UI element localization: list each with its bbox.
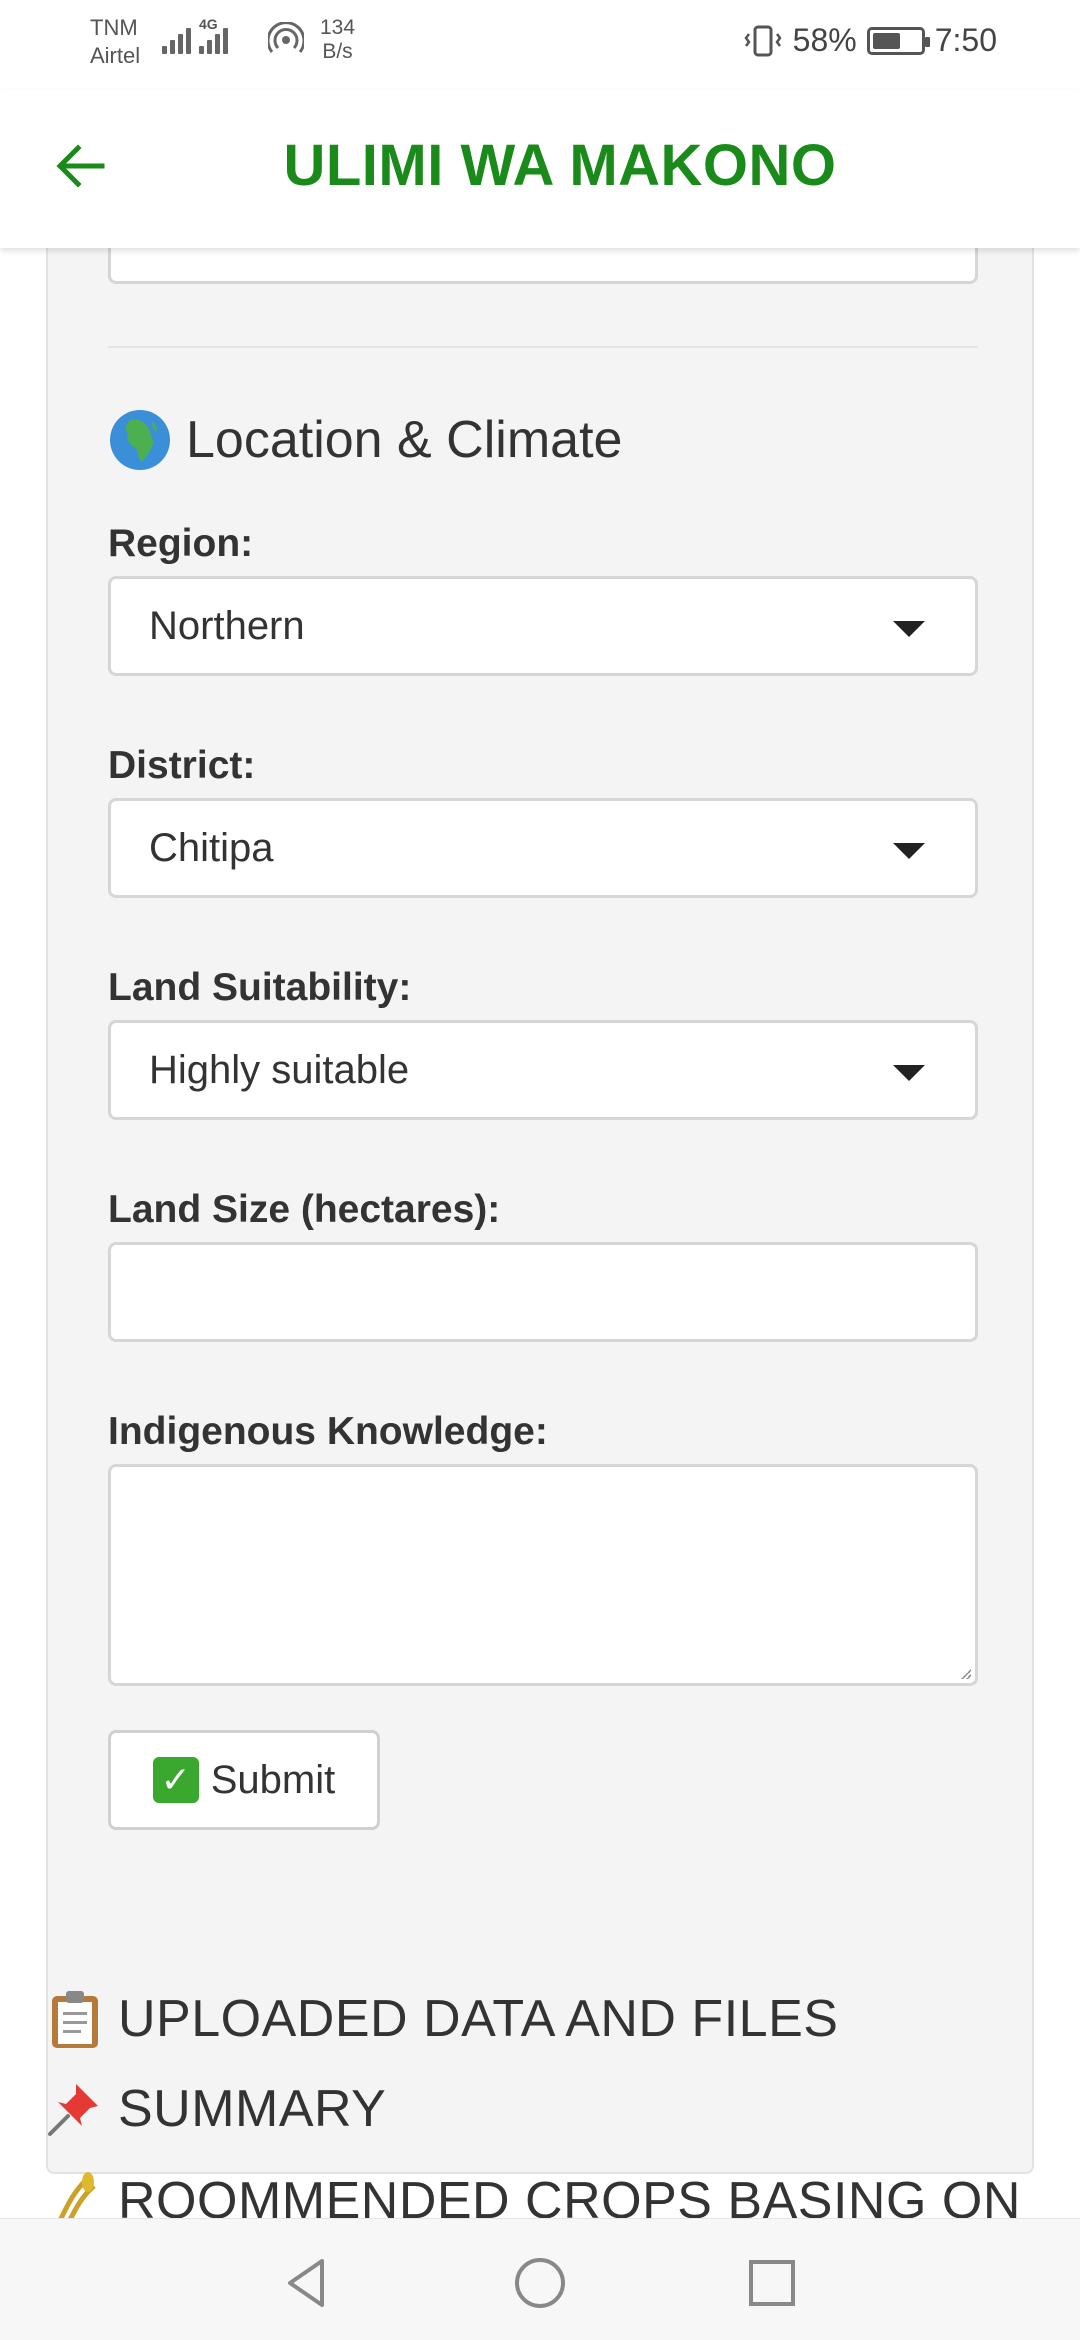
indigenous-knowledge-label: Indigenous Knowledge:: [108, 1410, 548, 1453]
circle-home-icon[interactable]: [510, 2253, 570, 2313]
hotspot-icon: [268, 22, 304, 53]
app-bar: ULIMI WA MAKONO: [0, 90, 1080, 248]
pushpin-icon: [48, 2084, 98, 2136]
sheaf-of-rice-icon: [58, 2172, 96, 2218]
form-card: Location & Climate Region: Northern Dist…: [46, 248, 1034, 2174]
previous-field-input[interactable]: [108, 248, 978, 284]
signal-bars-icon: [162, 22, 191, 54]
status-right: 58% 7:50: [743, 22, 997, 59]
district-select[interactable]: Chitipa: [108, 798, 978, 898]
battery-percent: 58%: [792, 22, 857, 58]
resize-handle-icon[interactable]: [961, 1669, 971, 1679]
district-label: District:: [108, 744, 256, 787]
section-divider: [108, 346, 978, 348]
clipboard-icon: [52, 1991, 98, 2048]
carrier-names: TNM Airtel: [90, 14, 140, 70]
submit-label: Submit: [210, 1757, 336, 1802]
summary-line1-text: UPLOADED DATA AND FILES: [118, 1990, 839, 2048]
main-content[interactable]: Location & Climate Region: Northern Dist…: [0, 248, 1080, 2218]
signal-4g-icon: 4G: [199, 16, 228, 54]
land-size-label: Land Size (hectares):: [108, 1188, 501, 1231]
vibrate-icon: [744, 25, 782, 56]
region-label: Region:: [108, 522, 254, 565]
signal-icons: 4G: [162, 16, 228, 54]
summary-line2-text: SUMMARY: [118, 2080, 387, 2138]
check-mark-button-icon: ✓: [152, 1757, 199, 1803]
globe-africa-icon: [110, 410, 170, 470]
section-heading: Location & Climate: [108, 408, 622, 472]
summary-title-line2: SUMMARY: [46, 2078, 386, 2140]
region-select[interactable]: Northern: [108, 576, 978, 676]
caret-down-icon: [893, 843, 925, 859]
region-value: Northern: [149, 603, 305, 648]
land-suitability-select[interactable]: Highly suitable: [108, 1020, 978, 1120]
carrier-primary: TNM: [90, 15, 138, 40]
caret-down-icon: [893, 1065, 925, 1081]
carrier-secondary: Airtel: [90, 43, 141, 68]
submit-button[interactable]: ✓ Submit: [108, 1730, 380, 1830]
summary-line3-text: ROOMMENDED CROPS BASING ON: [118, 2172, 1021, 2218]
app-title: ULIMI WA MAKONO: [283, 133, 837, 198]
caret-down-icon: [893, 621, 925, 637]
indigenous-knowledge-textarea[interactable]: [108, 1464, 978, 1686]
summary-title-line1: UPLOADED DATA AND FILES: [46, 1988, 838, 2050]
battery-icon: [866, 26, 930, 55]
land-size-input[interactable]: [108, 1242, 978, 1342]
land-suitability-label: Land Suitability:: [108, 966, 412, 1009]
district-value: Chitipa: [149, 825, 274, 870]
clock: 7:50: [934, 22, 997, 58]
land-suitability-value: Highly suitable: [149, 1047, 410, 1092]
summary-title-line3: ROOMMENDED CROPS BASING ON: [46, 2170, 1021, 2218]
square-recents-icon[interactable]: [742, 2253, 802, 2313]
system-nav-bar: [0, 2218, 1080, 2340]
status-bar: TNM Airtel 4G 134 B/s 58% 7:50: [0, 0, 1080, 90]
network-speed: 134 B/s: [320, 16, 356, 63]
section-heading-text: Location & Climate: [186, 411, 623, 469]
triangle-back-icon[interactable]: [278, 2253, 338, 2313]
